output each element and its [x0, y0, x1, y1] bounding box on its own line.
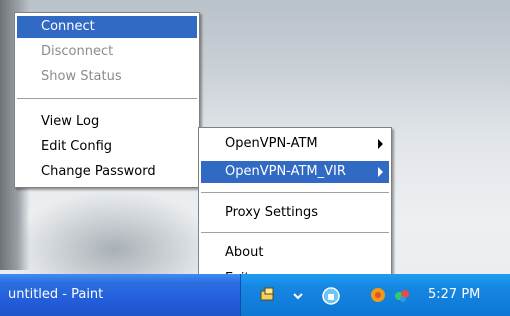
menu-separator: [201, 192, 389, 193]
clock[interactable]: 5:27 PM: [428, 274, 480, 316]
taskbar-button-paint[interactable]: untitled - Paint: [2, 280, 192, 310]
menu-item-change-password[interactable]: Change Password: [17, 161, 197, 183]
menu-item-disconnect: Disconnect: [41, 44, 114, 59]
menu-separator: [17, 98, 197, 99]
menu-item-edit-config[interactable]: Edit Config: [17, 136, 197, 158]
openvpn-icon[interactable]: [321, 286, 340, 305]
menu-item-openvpn-atm[interactable]: OpenVPN-ATM: [201, 133, 389, 155]
menu-separator: [201, 232, 389, 233]
menu-item-label: OpenVPN-ATM: [225, 136, 318, 151]
menu-item-about[interactable]: About: [201, 242, 389, 264]
openvpn-tray-menu: OpenVPN-ATM OpenVPN-ATM_VIR Proxy Settin…: [198, 127, 392, 297]
menu-item-view-log[interactable]: View Log: [17, 111, 197, 133]
menu-item-proxy-settings[interactable]: Proxy Settings: [201, 202, 389, 224]
submenu-arrow-icon: [378, 167, 383, 177]
menu-item-openvpn-atm-vir[interactable]: OpenVPN-ATM_VIR: [201, 161, 389, 183]
menu-item-show-status: Show Status: [41, 69, 122, 84]
submenu-arrow-icon: [378, 139, 383, 149]
messenger-icon[interactable]: [393, 286, 411, 304]
desktop-wallpaper-shadow: [10, 190, 220, 275]
menu-item-label: OpenVPN-ATM_VIR: [225, 164, 346, 179]
network-icon[interactable]: [259, 286, 277, 304]
menu-item-connect[interactable]: Connect: [17, 16, 197, 38]
security-icon[interactable]: [369, 286, 387, 304]
taskbar: untitled - Paint 5:27 PM: [0, 274, 510, 316]
chevron-down-icon[interactable]: [289, 286, 307, 304]
connection-context-menu: Connect Disconnect Show Status View Log …: [14, 12, 200, 188]
